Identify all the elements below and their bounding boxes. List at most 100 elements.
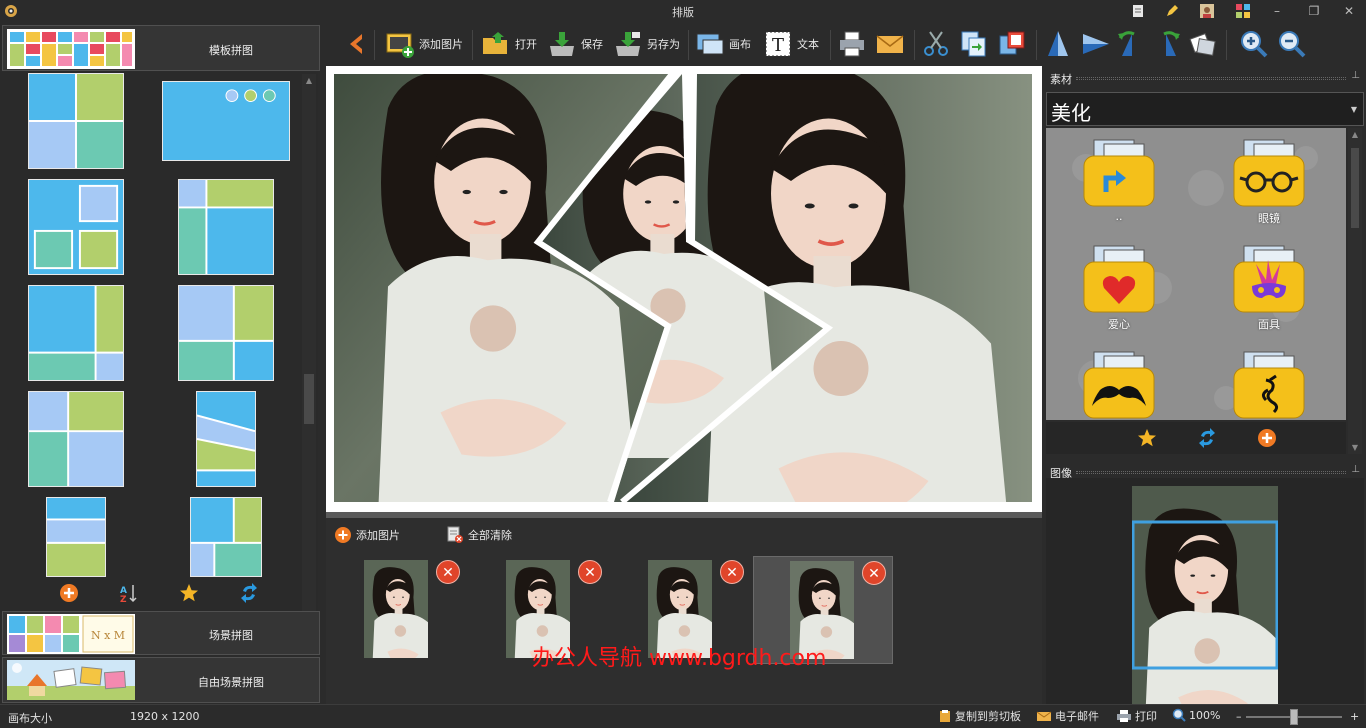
template-item[interactable] bbox=[46, 497, 106, 577]
delete-image-button[interactable]: ✕ bbox=[436, 560, 460, 584]
status-email-button[interactable]: 电子邮件 bbox=[1036, 708, 1099, 724]
asset-item[interactable] bbox=[1224, 350, 1314, 420]
scrollbar-thumb[interactable] bbox=[304, 374, 314, 424]
minimize-button[interactable]: – bbox=[1268, 2, 1286, 20]
source-image-preview bbox=[1132, 486, 1278, 704]
template-item[interactable] bbox=[28, 391, 124, 487]
avatar-icon[interactable] bbox=[1199, 3, 1215, 19]
cut-button[interactable] bbox=[920, 26, 952, 62]
template-item[interactable] bbox=[28, 73, 124, 169]
refresh-icon[interactable] bbox=[238, 582, 260, 604]
refresh-icon[interactable] bbox=[1196, 427, 1218, 449]
print-button[interactable] bbox=[836, 26, 868, 62]
image-thumbnail[interactable]: ✕ bbox=[354, 556, 494, 664]
toolbar-separator bbox=[472, 30, 473, 60]
template-item[interactable] bbox=[28, 179, 124, 275]
add-image-icon bbox=[386, 33, 414, 58]
add-image-list-label: 添加图片 bbox=[356, 529, 400, 542]
toolbar-separator bbox=[1226, 30, 1227, 60]
app-window: 排版 – ❐ ✕ 添加图片 打开 保存 另存为 画布 T 文本 模板拼图 ▲ A… bbox=[0, 0, 1366, 728]
back-button[interactable] bbox=[340, 26, 372, 62]
maximize-button[interactable]: ❐ bbox=[1305, 2, 1323, 20]
delete-image-button[interactable]: ✕ bbox=[720, 560, 744, 584]
asset-scrollbar[interactable]: ▲ ▼ bbox=[1348, 128, 1362, 454]
free-scene-collage-thumb bbox=[7, 660, 135, 700]
scroll-up-icon[interactable]: ▲ bbox=[304, 76, 314, 85]
add-template-icon[interactable] bbox=[58, 582, 80, 604]
zoom-out-small-button[interactable]: – bbox=[1236, 710, 1242, 723]
rotate-free-icon bbox=[1189, 33, 1216, 56]
scrollbar-thumb[interactable] bbox=[1351, 148, 1359, 228]
thumbnail-photo bbox=[364, 560, 428, 658]
svg-text:Z: Z bbox=[120, 595, 127, 604]
asset-item[interactable] bbox=[1074, 350, 1164, 420]
scroll-up-icon[interactable]: ▲ bbox=[1350, 130, 1360, 139]
save-button[interactable]: 保存 bbox=[546, 26, 603, 62]
printer-icon bbox=[840, 31, 864, 57]
title-grip bbox=[1076, 471, 1346, 474]
add-image-label: 添加图片 bbox=[419, 38, 463, 51]
layout-panel: 模板拼图 ▲ A Z N x M 场景拼图 自由场景拼图 bbox=[0, 24, 322, 704]
favorite-star-icon[interactable] bbox=[1136, 427, 1158, 449]
open-button[interactable]: 打开 bbox=[480, 26, 537, 62]
template-item[interactable] bbox=[28, 285, 124, 381]
image-preview bbox=[1046, 478, 1364, 704]
template-collage-header[interactable]: 模板拼图 bbox=[2, 25, 320, 71]
free-scene-collage-header[interactable]: 自由场景拼图 bbox=[2, 657, 320, 703]
zoom-slider-handle[interactable] bbox=[1290, 709, 1298, 725]
text-button[interactable]: T 文本 bbox=[762, 26, 819, 62]
rotate-free-button[interactable] bbox=[1186, 26, 1218, 62]
canvas-size-label: 画布大小 bbox=[8, 712, 52, 725]
add-image-button[interactable]: 添加图片 bbox=[384, 26, 463, 62]
add-image-list-button[interactable]: 添加图片 bbox=[334, 526, 400, 544]
document-icon[interactable] bbox=[1130, 3, 1146, 19]
paste-button[interactable] bbox=[996, 26, 1028, 62]
sort-az-icon[interactable]: AZ bbox=[118, 582, 140, 604]
save-as-button[interactable]: 另存为 bbox=[612, 26, 680, 62]
collage-canvas[interactable] bbox=[326, 66, 1042, 512]
status-print-button[interactable]: 打印 bbox=[1116, 708, 1157, 724]
canvas-button[interactable]: 画布 bbox=[694, 26, 751, 62]
zoom-in-button[interactable] bbox=[1238, 26, 1270, 62]
zoom-in-small-button[interactable]: + bbox=[1350, 710, 1359, 723]
mustache-folder-icon bbox=[1083, 351, 1155, 419]
asset-item[interactable]: 爱心 bbox=[1074, 244, 1164, 344]
rotate-left-button[interactable] bbox=[1116, 26, 1148, 62]
copy-button[interactable] bbox=[958, 26, 990, 62]
email-button[interactable] bbox=[874, 26, 906, 62]
asset-item[interactable]: 面具 bbox=[1224, 244, 1314, 344]
delete-image-button[interactable]: ✕ bbox=[862, 561, 886, 585]
favorite-star-icon[interactable] bbox=[178, 582, 200, 604]
copy-clipboard-button[interactable]: 复制到剪切板 bbox=[938, 708, 1021, 724]
grid-icon[interactable] bbox=[1235, 3, 1251, 19]
close-button[interactable]: ✕ bbox=[1340, 2, 1358, 20]
template-item[interactable] bbox=[162, 81, 290, 161]
text-icon: T bbox=[765, 31, 791, 57]
pencil-icon[interactable] bbox=[1164, 3, 1180, 19]
clear-all-button[interactable]: 全部清除 bbox=[446, 526, 512, 544]
asset-item[interactable]: .. bbox=[1074, 138, 1164, 238]
template-item[interactable] bbox=[196, 391, 256, 487]
status-bar: 画布大小 1920 x 1200 复制到剪切板 电子邮件 打印 100% – + bbox=[0, 704, 1366, 728]
pin-icon[interactable]: ⊥ bbox=[1351, 464, 1360, 475]
asset-item[interactable]: 眼镜 bbox=[1224, 138, 1314, 238]
svg-text:T: T bbox=[772, 35, 784, 56]
canvas-icon bbox=[696, 33, 724, 55]
save-as-icon bbox=[616, 32, 640, 56]
scroll-down-icon[interactable]: ▼ bbox=[1350, 443, 1360, 452]
rotate-right-button[interactable] bbox=[1150, 26, 1182, 62]
asset-label: 爱心 bbox=[1108, 318, 1130, 331]
add-asset-icon[interactable] bbox=[1256, 427, 1278, 449]
category-select[interactable]: 美化 ▼ bbox=[1046, 92, 1364, 126]
pin-icon[interactable]: ⊥ bbox=[1351, 70, 1360, 81]
image-list: 添加图片 全部清除 ✕ ✕ ✕ ✕ 办公人导航 www.bgrdh.com bbox=[326, 518, 1042, 704]
flip-horizontal-button[interactable] bbox=[1080, 26, 1112, 62]
template-item[interactable] bbox=[190, 497, 262, 577]
template-scrollbar[interactable]: ▲ ▼ bbox=[302, 74, 316, 630]
delete-image-button[interactable]: ✕ bbox=[578, 560, 602, 584]
template-item[interactable] bbox=[178, 285, 274, 381]
scene-collage-header[interactable]: N x M 场景拼图 bbox=[2, 611, 320, 655]
zoom-out-button[interactable] bbox=[1276, 26, 1308, 62]
template-item[interactable] bbox=[178, 179, 274, 275]
flip-vertical-button[interactable] bbox=[1042, 26, 1074, 62]
